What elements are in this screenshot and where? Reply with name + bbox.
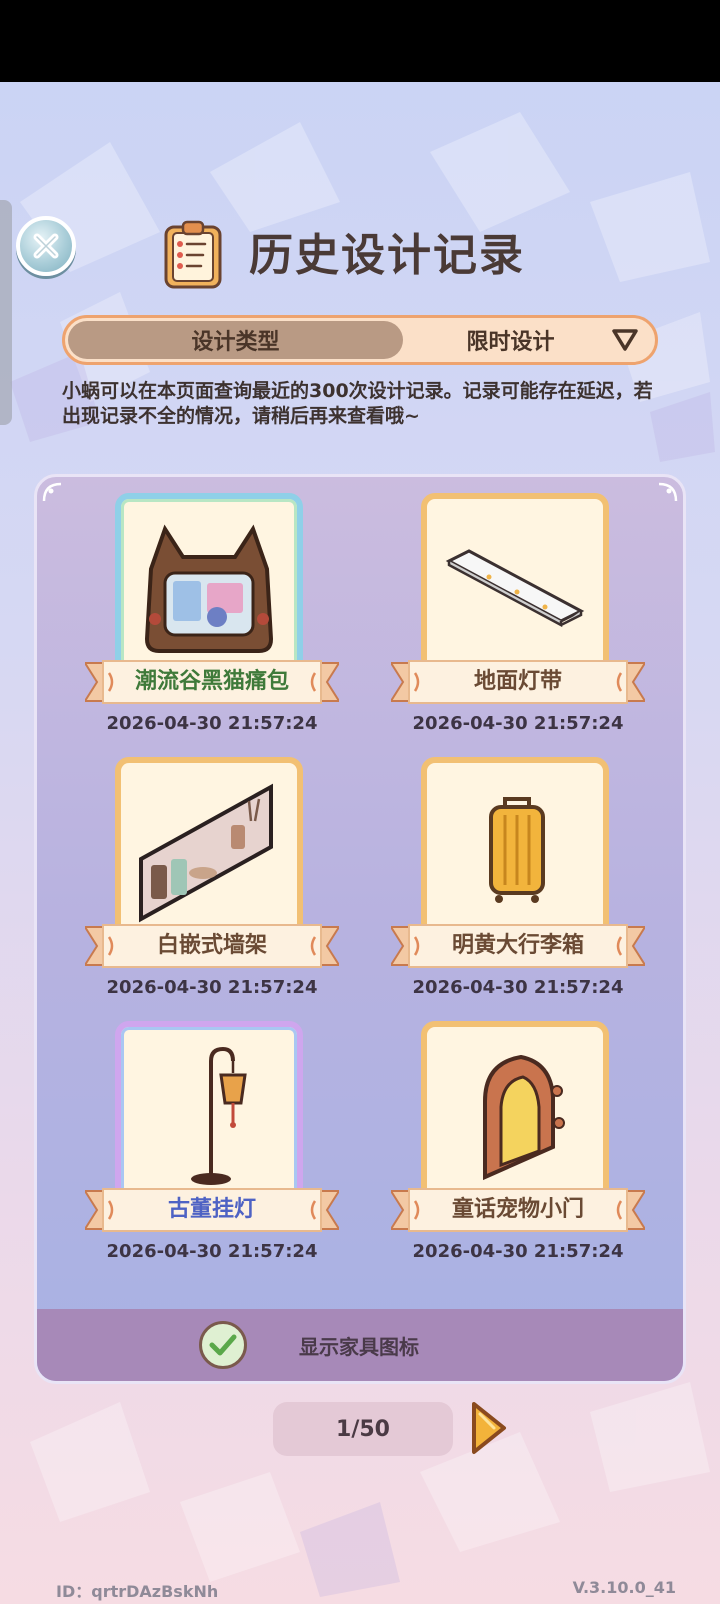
item-ribbon: 白嵌式墙架: [85, 923, 339, 969]
item-name: 白嵌式墙架: [156, 933, 267, 958]
item-name: 明黄大行李箱: [451, 933, 584, 958]
show-icon-checkbox[interactable]: [199, 1321, 247, 1369]
records-panel: 潮流谷黑猫痛包 2026-04-30 21:57:24 地面灯带 2026-04…: [34, 474, 686, 1384]
design-type-bar: 设计类型 限时设计: [62, 315, 658, 365]
clipboard-icon: [164, 220, 222, 289]
cat-bag-icon: [144, 524, 274, 653]
item-ribbon: 潮流谷黑猫痛包: [85, 659, 339, 705]
record-item[interactable]: 地面灯带 2026-04-30 21:57:24: [391, 493, 645, 743]
page-title: 历史设计记录: [249, 230, 525, 281]
item-frame: [421, 1021, 609, 1203]
item-name: 潮流谷黑猫痛包: [134, 669, 289, 694]
design-type-label: 设计类型: [191, 330, 280, 355]
item-date: 2026-04-30 21:57:24: [106, 1241, 318, 1262]
notice-text: 小蜗可以在本页面查询最近的300次设计记录。记录可能存在延迟，若出现记录不全的情…: [62, 380, 653, 427]
corner-ornament-icon: [658, 482, 678, 502]
design-type-label-box: 设计类型: [68, 321, 403, 359]
status-bar: [0, 0, 720, 82]
close-icon: [33, 233, 59, 259]
item-frame: [115, 493, 303, 675]
corner-ornament-icon: [42, 482, 62, 502]
item-name: 古董挂灯: [167, 1197, 256, 1222]
record-item[interactable]: 白嵌式墙架 2026-04-30 21:57:24: [85, 757, 339, 1007]
item-date: 2026-04-30 21:57:24: [412, 977, 624, 998]
item-date: 2026-04-30 21:57:24: [412, 1241, 624, 1262]
item-date: 2026-04-30 21:57:24: [106, 713, 318, 734]
item-date: 2026-04-30 21:57:24: [412, 713, 624, 734]
item-ribbon: 明黄大行李箱: [391, 923, 645, 969]
item-name: 地面灯带: [473, 669, 562, 694]
page-indicator: 1/50: [273, 1402, 453, 1456]
item-date: 2026-04-30 21:57:24: [106, 977, 318, 998]
item-frame: [115, 757, 303, 939]
hanging-lamp-icon: [191, 1046, 247, 1185]
item-frame: [421, 757, 609, 939]
close-button[interactable]: [16, 216, 76, 276]
item-ribbon: 地面灯带: [391, 659, 645, 705]
app-version: V.3.10.0_41: [572, 1578, 676, 1597]
record-item[interactable]: 潮流谷黑猫痛包 2026-04-30 21:57:24: [85, 493, 339, 743]
play-right-icon: [472, 1402, 506, 1454]
pet-door-icon: [483, 1054, 565, 1181]
next-page-button[interactable]: [468, 1400, 508, 1456]
panel-footer: 显示家具图标: [37, 1309, 683, 1381]
record-item[interactable]: 明黄大行李箱 2026-04-30 21:57:24: [391, 757, 645, 1007]
user-id: ID：qrtrDAzBskNh: [56, 1582, 219, 1601]
show-icon-label: 显示家具图标: [299, 1335, 419, 1359]
checkmark-icon: [209, 1334, 237, 1356]
record-item[interactable]: 童话宠物小门 2026-04-30 21:57:24: [391, 1021, 645, 1271]
record-item[interactable]: 古董挂灯 2026-04-30 21:57:24: [85, 1021, 339, 1271]
suitcase-icon: [489, 797, 545, 903]
item-ribbon: 童话宠物小门: [391, 1187, 645, 1233]
design-type-value: 限时设计: [466, 330, 555, 355]
side-drawer-handle[interactable]: [0, 200, 12, 425]
design-type-dropdown[interactable]: 限时设计: [410, 318, 655, 362]
item-name: 童话宠物小门: [451, 1197, 584, 1222]
item-frame: [421, 493, 609, 675]
item-frame: [115, 1021, 303, 1203]
item-ribbon: 古董挂灯: [85, 1187, 339, 1233]
floor-light-strip-icon: [445, 549, 585, 628]
wall-shelf-icon: [139, 783, 273, 923]
triangle-down-icon: [612, 329, 638, 351]
